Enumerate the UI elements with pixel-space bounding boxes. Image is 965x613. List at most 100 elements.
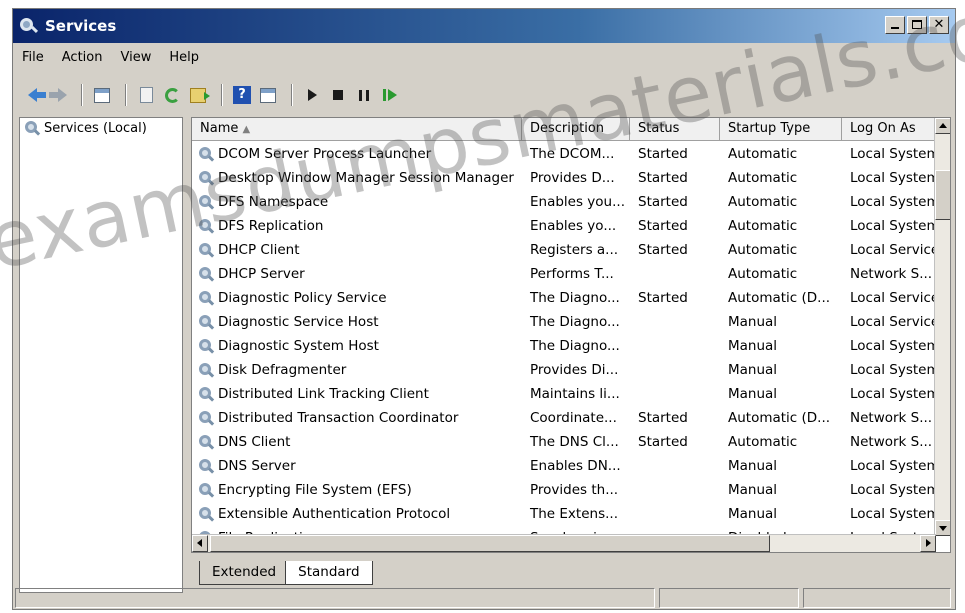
show-hide-tree-button[interactable] [91,84,113,106]
service-name-text: Diagnostic Service Host [218,314,379,330]
start-service-button[interactable] [301,84,323,106]
show-hide-action-pane-icon [260,87,276,103]
service-name: DHCP Client [192,238,522,262]
back-icon [27,88,46,102]
properties-button[interactable] [135,84,157,106]
horizontal-scrollbar[interactable] [192,534,936,552]
status-bar-section [15,588,655,608]
show-hide-action-pane-button[interactable] [257,84,279,106]
service-name-text: Extensible Authentication Protocol [218,506,451,522]
service-name-text: DFS Replication [218,218,324,234]
service-log-on-as: Local System [850,506,936,522]
column-header-description[interactable]: Description [522,118,630,141]
help-button[interactable]: ? [231,84,253,106]
stop-service-button[interactable] [327,84,349,106]
export-list-button[interactable] [187,84,210,106]
column-header-name[interactable]: Name ▲ [192,118,522,141]
service-description: The DCOM... [530,146,615,162]
table-row[interactable]: Desktop Window Manager Session Manager Pr… [192,166,936,190]
service-name: DNS Server [192,454,522,478]
service-name-text: Distributed Link Tracking Client [218,386,429,402]
service-log-on-as: Local Service [850,290,936,306]
menu-help[interactable]: Help [160,50,208,65]
service-name-text: Disk Defragmenter [218,362,347,378]
vertical-scrollbar[interactable] [934,118,950,536]
service-description: Provides D... [530,170,615,186]
menu-action[interactable]: Action [53,50,112,65]
service-name: Extensible Authentication Protocol [192,502,522,526]
service-icon [198,146,215,162]
table-row[interactable]: Diagnostic System Host The Diagno... Manua… [192,334,936,358]
refresh-icon [164,87,180,103]
table-row[interactable]: Encrypting File System (EFS) Provides th.… [192,478,936,502]
service-status: Started [638,290,688,306]
table-row[interactable]: DFS Replication Enables yo... Started Autom… [192,214,936,238]
service-log-on-as: Local System [850,218,936,234]
status-bar-section [659,588,799,608]
tree-item-services-local[interactable]: Services (Local) [20,118,182,138]
column-header-log-on-as[interactable]: Log On As [842,118,936,141]
scroll-right-button[interactable] [920,535,936,552]
back-button[interactable] [21,84,46,106]
vertical-scroll-thumb[interactable] [935,170,950,220]
table-row[interactable]: Extensible Authentication Protocol The Ex… [192,502,936,526]
scroll-down-button[interactable] [935,520,950,536]
resume-service-button[interactable] [379,84,401,106]
service-log-on-as: Local System [850,146,936,162]
column-header-startup-type[interactable]: Startup Type [720,118,842,141]
pause-service-button[interactable] [353,84,375,106]
service-status [630,382,720,406]
table-row[interactable]: Distributed Link Tracking Client Maintain… [192,382,936,406]
properties-icon [139,87,153,103]
minimize-button[interactable] [885,16,905,34]
service-startup-type: Automatic [728,170,798,186]
service-startup-type: Automatic (D... [728,290,831,306]
tab-extended[interactable]: Extended [199,561,290,585]
table-row[interactable]: Diagnostic Service Host The Diagno... Manu… [192,310,936,334]
table-row[interactable]: Disk Defragmenter Provides Di... Manual Loc… [192,358,936,382]
scroll-left-button[interactable] [192,535,208,552]
service-name: Diagnostic Policy Service [192,286,522,310]
table-row[interactable]: DNS Client The DNS Cl... Started Automatic N… [192,430,936,454]
service-startup-type: Automatic [728,146,798,162]
service-name: DHCP Server [192,262,522,286]
service-name-text: DHCP Client [218,242,300,258]
horizontal-scroll-thumb[interactable] [210,535,770,552]
scroll-up-button[interactable] [935,118,950,134]
service-name: Diagnostic System Host [192,334,522,358]
service-name-text: Diagnostic Policy Service [218,290,387,306]
toolbar-separator [291,84,293,106]
service-name: DFS Replication [192,214,522,238]
table-row[interactable]: DHCP Server Performs T... Automatic Network… [192,262,936,286]
service-startup-type: Automatic (D... [728,410,831,426]
service-status [630,502,720,526]
service-status: Started [638,170,688,186]
service-startup-type: Automatic [728,242,798,258]
service-log-on-as: Local System [850,194,936,210]
toolbar-separator [81,84,83,106]
service-description: Enables you... [530,194,625,210]
export-list-icon [190,87,210,103]
menu-view[interactable]: View [111,50,160,65]
close-button[interactable]: ✕ [929,16,949,34]
window-title: Services [45,17,117,35]
service-name-text: Desktop Window Manager Session Manager [218,170,514,186]
menu-file[interactable]: File [13,50,53,65]
tab-standard[interactable]: Standard [285,561,373,585]
table-row[interactable]: DCOM Server Process Launcher The DCOM... S… [192,142,936,166]
service-icon [198,170,215,186]
table-row[interactable]: Diagnostic Policy Service The Diagno... St… [192,286,936,310]
table-row[interactable]: DHCP Client Registers a... Started Automati… [192,238,936,262]
refresh-button[interactable] [161,84,183,106]
table-row[interactable]: DNS Server Enables DN... Manual Local Syste… [192,454,936,478]
title-bar[interactable]: Services ✕ [13,9,955,43]
service-log-on-as: Local Service [850,314,936,330]
table-row[interactable]: DFS Namespace Enables you... Started Automa… [192,190,936,214]
forward-button[interactable] [47,84,69,106]
pause-service-icon [359,89,369,101]
maximize-button[interactable] [907,16,927,34]
service-description: Maintains li... [530,386,620,402]
table-row[interactable]: Distributed Transaction Coordinator Coord… [192,406,936,430]
service-icon [198,386,215,402]
column-header-status[interactable]: Status [630,118,720,141]
